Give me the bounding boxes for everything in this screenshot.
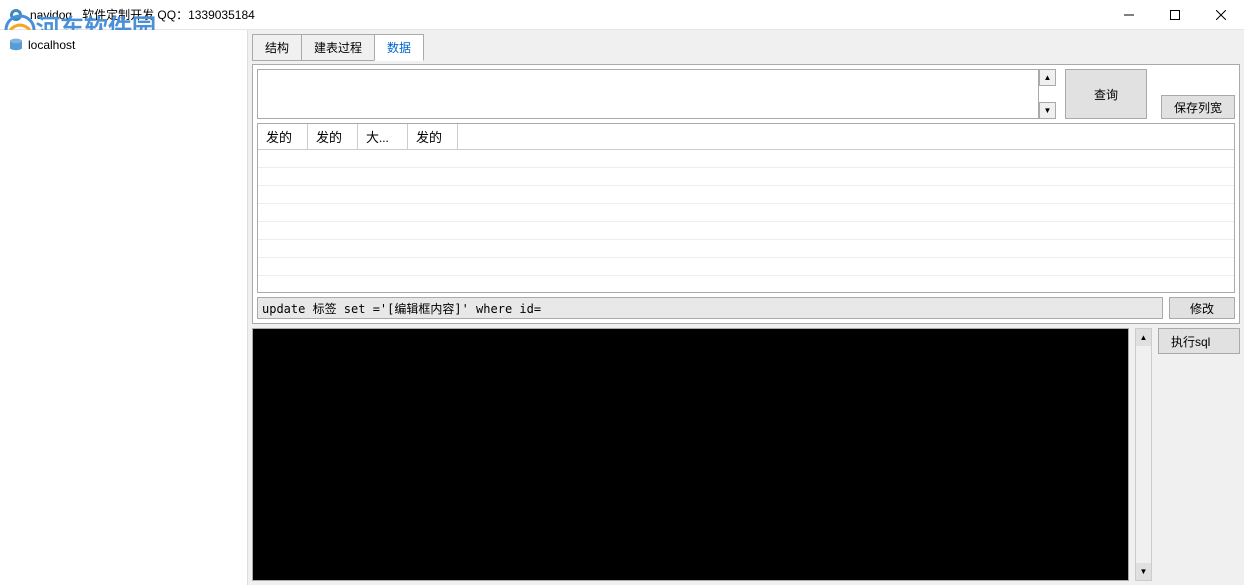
save-column-width-button[interactable]: 保存列宽 — [1161, 95, 1235, 119]
table-row[interactable] — [258, 222, 1234, 240]
table-row[interactable] — [258, 204, 1234, 222]
maximize-button[interactable] — [1152, 0, 1198, 30]
query-spinner: ▲ ▼ — [1039, 69, 1057, 119]
query-button[interactable]: 查询 — [1065, 69, 1147, 119]
tab-bar: 结构 建表过程 数据 — [252, 34, 1240, 61]
app-icon — [8, 7, 24, 23]
close-button[interactable] — [1198, 0, 1244, 30]
scroll-down-icon[interactable]: ▼ — [1136, 563, 1151, 580]
data-panel: ▲ ▼ 查询 保存列宽 发的 发的 大... 发的 — [252, 64, 1240, 324]
update-sql-input[interactable] — [257, 297, 1163, 319]
spinner-down-icon[interactable]: ▼ — [1039, 102, 1056, 119]
app-title: navidog 软件定制开发 QQ：1339035184 — [30, 6, 255, 23]
main-panel: 结构 建表过程 数据 ▲ ▼ 查询 保存列宽 发的 发的 大... 发的 — [248, 30, 1244, 585]
tab-create-process[interactable]: 建表过程 — [301, 34, 375, 61]
execute-sql-button[interactable]: 执行sql — [1158, 328, 1240, 354]
spinner-up-icon[interactable]: ▲ — [1039, 69, 1056, 86]
scroll-up-icon[interactable]: ▲ — [1136, 329, 1151, 346]
minimize-button[interactable] — [1106, 0, 1152, 30]
tree-item-label: localhost — [28, 38, 75, 52]
console-output[interactable] — [252, 328, 1129, 581]
database-icon — [8, 38, 24, 52]
titlebar: navidog 软件定制开发 QQ：1339035184 — [0, 0, 1244, 30]
grid-header: 发的 发的 大... 发的 — [258, 124, 1234, 150]
table-row[interactable] — [258, 240, 1234, 258]
grid-col-0[interactable]: 发的 — [258, 124, 308, 149]
table-row[interactable] — [258, 168, 1234, 186]
query-input[interactable] — [257, 69, 1039, 119]
sidebar: localhost — [0, 30, 248, 585]
grid-col-1[interactable]: 发的 — [308, 124, 358, 149]
table-row[interactable] — [258, 258, 1234, 276]
grid-col-2[interactable]: 大... — [358, 124, 408, 149]
tab-data[interactable]: 数据 — [374, 34, 424, 61]
data-grid[interactable]: 发的 发的 大... 发的 — [257, 123, 1235, 293]
tab-structure[interactable]: 结构 — [252, 34, 302, 61]
modify-button[interactable]: 修改 — [1169, 297, 1235, 319]
table-row[interactable] — [258, 150, 1234, 168]
tree-item-localhost[interactable]: localhost — [8, 36, 239, 54]
table-row[interactable] — [258, 186, 1234, 204]
console-scrollbar[interactable]: ▲ ▼ — [1135, 328, 1152, 581]
grid-col-3[interactable]: 发的 — [408, 124, 458, 149]
